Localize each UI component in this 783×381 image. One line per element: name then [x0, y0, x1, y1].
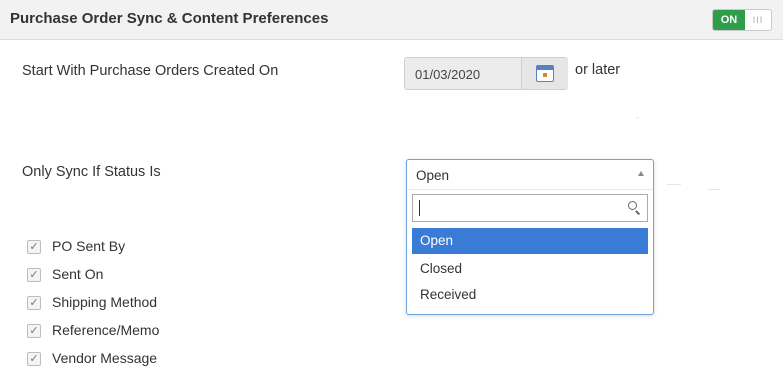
artifact-line: [667, 184, 681, 185]
start-date-value: 01/03/2020: [415, 67, 481, 82]
sync-toggle[interactable]: ON III: [712, 9, 772, 31]
checkbox-shipping-method[interactable]: ✓: [27, 296, 41, 310]
checkbox-label: Sent On: [52, 266, 104, 282]
text-cursor: [419, 200, 420, 216]
divider: [407, 189, 653, 190]
status-select[interactable]: Open Open Closed Received: [406, 159, 654, 315]
section-title: Purchase Order Sync & Content Preference…: [10, 10, 329, 27]
calendar-button[interactable]: [521, 58, 568, 89]
checkbox-reference-memo[interactable]: ✓: [27, 324, 41, 338]
checkbox-sent-on[interactable]: ✓: [27, 268, 41, 282]
status-option-open[interactable]: Open: [412, 228, 648, 254]
status-option-closed[interactable]: Closed: [412, 256, 648, 282]
start-date-label: Start With Purchase Orders Created On: [22, 63, 279, 79]
status-select-value: Open: [416, 168, 450, 183]
checkbox-label: Vendor Message: [52, 350, 158, 366]
artifact-line: [708, 189, 720, 190]
artifact-dot: [636, 117, 639, 118]
status-filter-label: Only Sync If Status Is: [22, 164, 161, 180]
checkbox-label: PO Sent By: [52, 238, 126, 254]
search-icon: [628, 201, 637, 210]
checkbox-vendor-message[interactable]: ✓: [27, 352, 41, 366]
or-later-text: or later: [575, 62, 621, 78]
checkbox-label: Shipping Method: [52, 294, 158, 310]
toggle-on-label: ON: [713, 10, 745, 30]
status-option-received[interactable]: Received: [412, 282, 648, 308]
chevron-up-icon[interactable]: [638, 171, 644, 176]
section-header: Purchase Order Sync & Content Preference…: [0, 0, 783, 40]
checkbox-po-sent-by[interactable]: ✓: [27, 240, 41, 254]
toggle-grip-icon: III: [752, 15, 764, 25]
calendar-icon: [536, 65, 554, 82]
status-search-input[interactable]: [412, 194, 648, 222]
start-date-field[interactable]: 01/03/2020: [404, 57, 568, 90]
checkbox-label: Reference/Memo: [52, 322, 160, 338]
